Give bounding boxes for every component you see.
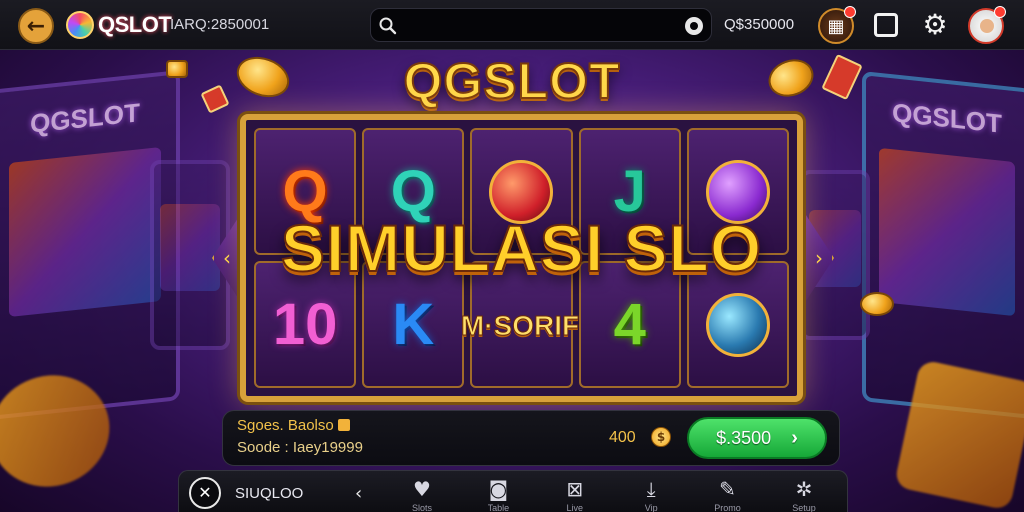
notification-dot [994,6,1006,18]
balance-display: Q$350000 [724,16,795,33]
bet-amount: 400 [609,429,636,446]
notification-dot [844,6,856,18]
gamepad-icon: ◙ [488,477,509,501]
fullscreen-button[interactable] [874,13,898,37]
avatar[interactable] [968,6,1006,44]
lock-icon [337,419,350,431]
account-id: IARQ:2850001 [170,16,270,33]
nav-items: ♥ Slots ◙ Table ⊠ Live ⤓ Vip ✎ Promo ✲ S… [387,475,839,512]
heart-icon: ♥ [413,477,431,501]
nav-item-label: Table [487,503,510,512]
chevron-right-icon: › [815,246,823,270]
nav-item-label: Setup [792,503,816,512]
settings-gear-icon[interactable]: ⚙ [920,10,950,40]
pencil-icon: ✎ [719,477,736,501]
nav-item-slots[interactable]: ♥ Slots [387,475,457,512]
gift-icon: ⊠ [566,477,584,501]
info-line-1: Sgoes. Baolso [237,417,350,434]
nav-item-live[interactable]: ⊠ Live [540,475,610,512]
logo-text: QSLOT [98,12,172,37]
spin-button[interactable]: $.3500 › [687,417,827,459]
treasure-chest-icon: ▦ [827,15,845,37]
banner-title: SIMULASI SLO [280,210,763,286]
info-line-2: Soode : Iaey19999 [237,439,363,456]
nav-item-label: Slots [411,503,432,512]
nav-item-table[interactable]: ◙ Table [463,475,533,512]
nav-item-vip[interactable]: ⤓ Vip [616,475,686,512]
cabinet-right-screen [878,147,1016,317]
app-logo[interactable]: QSLOT [66,11,172,39]
cabinet-left-far-screen [159,204,221,292]
gear-icon: ✲ [795,477,813,501]
cabinet-left-screen [8,146,162,318]
chevron-right-icon: › [791,426,798,449]
collapse-chevron-icon[interactable]: ‹ [355,483,362,504]
nav-brand-label[interactable]: SIUQLOO [235,485,303,502]
nav-item-promo[interactable]: ✎ Promo [693,475,763,512]
nav-item-setup[interactable]: ✲ Setup [769,475,839,512]
back-arrow-icon: ← [26,13,46,39]
game-title: QGSLOT [402,52,621,110]
search-input[interactable] [405,13,675,39]
search-bar[interactable] [370,8,712,42]
back-button[interactable]: ← [18,8,54,44]
treasure-chest-button[interactable]: ▦ [818,6,856,44]
blue-bell-icon [705,292,770,357]
chevron-left-icon: ‹ [223,246,231,270]
floating-coin [860,292,894,316]
banner-subtitle: M·SORIF [460,310,580,342]
spin-button-label: $.3500 [716,427,772,448]
nav-item-label: Live [566,503,584,512]
search-icon [379,17,397,35]
download-icon: ⤓ [646,477,656,501]
bottom-navigation: ✕ SIUQLOO ‹ ♥ Slots ◙ Table ⊠ Live ⤓ Vip… [178,470,848,512]
brand-x-icon[interactable]: ✕ [189,477,221,509]
top-bar: ← QSLOT IARQ:2850001 Q$350000 ▦ ⚙ [0,0,1024,50]
symbol-10: 10 [272,292,338,357]
bet-info-bar: Sgoes. Baolso Soode : Iaey19999 400 $ $.… [222,410,840,466]
logo-badge-icon [66,11,94,39]
nav-item-label: Vip [644,503,658,512]
voice-search-icon[interactable] [685,17,703,35]
info-line-1-text: Sgoes. Baolso [237,417,334,434]
coin-icon: $ [651,427,671,447]
nav-item-label: Promo [714,503,741,512]
